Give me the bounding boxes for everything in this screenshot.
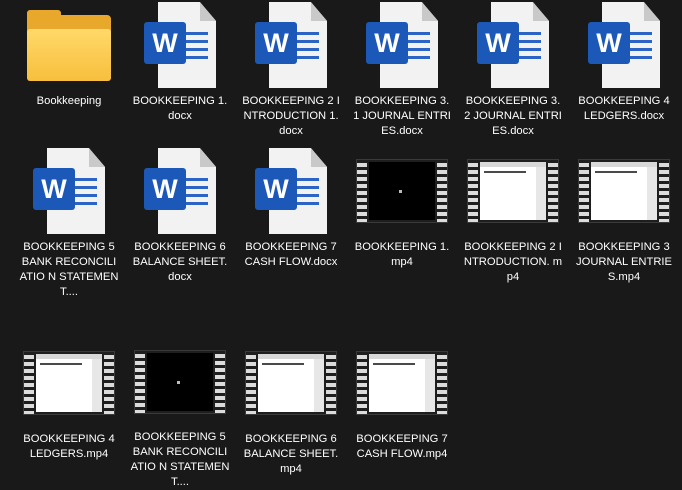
file-name: BOOKKEEPING 1.docx [132, 95, 228, 122]
video-thumbnail-icon [458, 148, 568, 234]
video-thumbnail-icon [569, 148, 679, 234]
word-document-icon: W [125, 2, 235, 88]
word-document-icon: W [458, 2, 568, 88]
file-name: BOOKKEEPING 4 LEDGERS.mp4 [23, 433, 115, 460]
video-thumbnail-icon [14, 340, 124, 426]
file-item[interactable]: W BOOKKEEPING 2 INTRODUCTION 1.docx [236, 2, 346, 152]
file-name: BOOKKEEPING 2 INTRODUCTION. mp4 [463, 241, 563, 283]
file-name: BOOKKEEPING 7 CASH FLOW.mp4 [356, 433, 448, 460]
file-item[interactable]: BOOKKEEPING 1.mp4 [347, 148, 457, 298]
word-document-icon: W [569, 2, 679, 88]
file-item[interactable]: BOOKKEEPING 6 BALANCE SHEET.mp4 [236, 340, 346, 490]
video-thumbnail-icon [125, 340, 235, 424]
file-name: BOOKKEEPING 2 INTRODUCTION 1.docx [242, 95, 340, 137]
file-item[interactable]: W BOOKKEEPING 6 BALANCE SHEET.docx [125, 148, 235, 298]
word-document-icon: W [236, 2, 346, 88]
file-name: Bookkeeping [36, 95, 102, 107]
file-name: BOOKKEEPING 3 JOURNAL ENTRIES.mp4 [576, 241, 672, 283]
file-item[interactable]: BOOKKEEPING 7 CASH FLOW.mp4 [347, 340, 457, 490]
file-item[interactable]: Bookkeeping [14, 2, 124, 152]
file-name: BOOKKEEPING 7 CASH FLOW.docx [244, 241, 338, 268]
file-name: BOOKKEEPING 6 BALANCE SHEET.docx [132, 241, 228, 283]
file-name: BOOKKEEPING 1.mp4 [354, 241, 450, 268]
file-name: BOOKKEEPING 3.2 JOURNAL ENTRIES.docx [464, 95, 562, 137]
file-item[interactable]: BOOKKEEPING 2 INTRODUCTION. mp4 [458, 148, 568, 298]
file-item[interactable]: W BOOKKEEPING 7 CASH FLOW.docx [236, 148, 346, 298]
file-grid: Bookkeeping W BOOKKEEPING 1.docx W BOOKKEEPI… [0, 0, 682, 490]
word-document-icon: W [14, 148, 124, 234]
file-item[interactable]: BOOKKEEPING 5 BANK RECONCILIATIO N STATE… [125, 340, 235, 490]
file-name: BOOKKEEPING 5 BANK RECONCILIATIO N STATE… [19, 241, 119, 298]
file-item[interactable]: W BOOKKEEPING 4 LEDGERS.docx [569, 2, 679, 152]
file-item[interactable]: W BOOKKEEPING 3.2 JOURNAL ENTRIES.docx [458, 2, 568, 152]
folder-icon [14, 2, 124, 88]
file-item[interactable]: W BOOKKEEPING 5 BANK RECONCILIATIO N STAT… [14, 148, 124, 298]
file-item[interactable]: W BOOKKEEPING 3.1 JOURNAL ENTRIES.docx [347, 2, 457, 152]
file-item[interactable]: BOOKKEEPING 4 LEDGERS.mp4 [14, 340, 124, 490]
video-thumbnail-icon [347, 148, 457, 234]
file-name: BOOKKEEPING 4 LEDGERS.docx [578, 95, 670, 122]
file-name: BOOKKEEPING 5 BANK RECONCILIATIO N STATE… [130, 431, 230, 488]
file-item[interactable]: W BOOKKEEPING 1.docx [125, 2, 235, 152]
word-document-icon: W [347, 2, 457, 88]
word-document-icon: W [236, 148, 346, 234]
word-document-icon: W [125, 148, 235, 234]
file-name: BOOKKEEPING 3.1 JOURNAL ENTRIES.docx [353, 95, 451, 137]
video-thumbnail-icon [347, 340, 457, 426]
file-name: BOOKKEEPING 6 BALANCE SHEET.mp4 [243, 433, 339, 475]
file-item[interactable]: BOOKKEEPING 3 JOURNAL ENTRIES.mp4 [569, 148, 679, 298]
video-thumbnail-icon [236, 340, 346, 426]
